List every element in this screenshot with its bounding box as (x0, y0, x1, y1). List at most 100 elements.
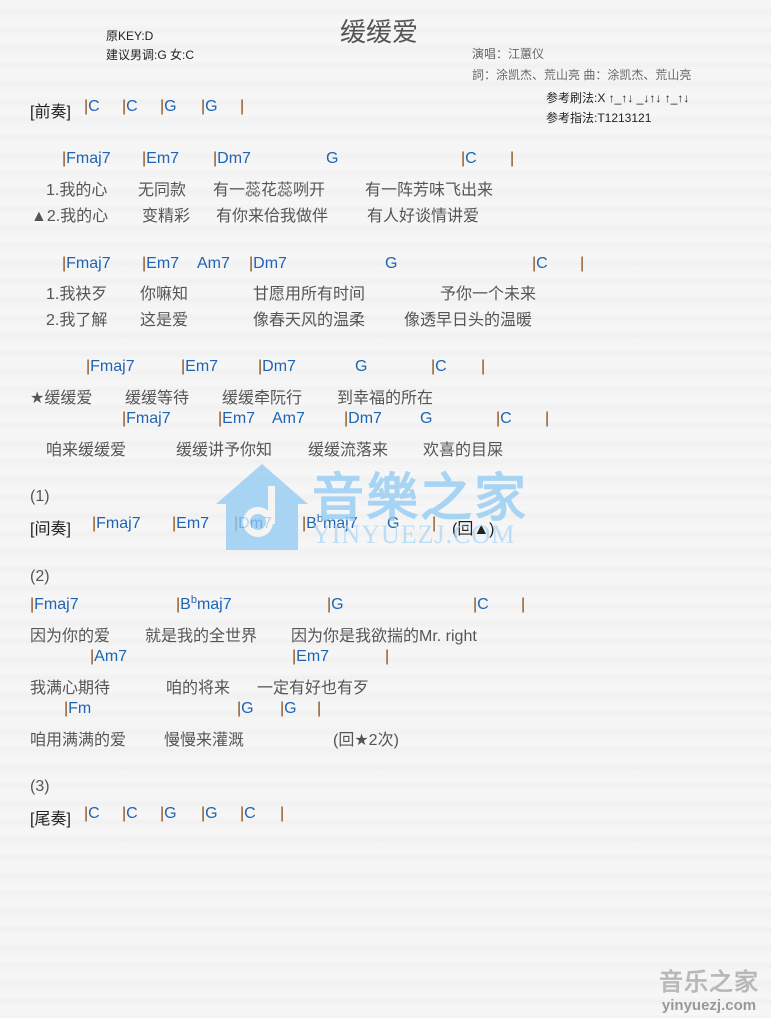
chord-root: C (88, 805, 100, 822)
chord-name: G (326, 150, 338, 167)
chord-token: |Fmaj7 (86, 358, 135, 376)
lyric-segment: (1) (30, 488, 50, 505)
chord-token: |Am7 (90, 648, 127, 666)
chord-token: | (521, 596, 525, 614)
chord-name: Dm7 (217, 150, 251, 167)
house-note-icon (216, 464, 308, 550)
chord-name: Em7 (146, 150, 179, 167)
chord-token: | (545, 410, 549, 428)
chord-token: |Fmaj7 (62, 255, 111, 273)
chord-token: |C (84, 98, 100, 116)
chord-name: Am7 (272, 410, 305, 427)
lyric-segment: 缓缓讲予你知 (176, 442, 273, 459)
chord-root: Dm7 (348, 410, 382, 427)
chord-token: |Fmaj7 (92, 515, 141, 533)
chord-name: C (465, 150, 477, 167)
chord-root: Dm7 (217, 150, 251, 167)
lyric-segment: (2) (30, 568, 50, 585)
lyric-segment: 咱来缓缓爱 (46, 442, 127, 459)
lyric-segment: 你嘛知 (140, 286, 189, 303)
chord-token: |C (461, 150, 477, 168)
chord-quality: maj7 (196, 596, 232, 613)
chord-name: C (477, 596, 489, 613)
chord-token: |Fmaj7 (30, 596, 79, 614)
lyric-segment: 缓缓等待 (125, 390, 190, 407)
lyric-segment: 有一阵芳味飞出来 (365, 182, 494, 199)
chord-name: Fmaj7 (66, 150, 110, 167)
section-label: [间奏] (30, 521, 71, 538)
chord-token: |Dm7 (344, 410, 382, 428)
chord-token: |Em7 (181, 358, 218, 376)
chord-name: C (126, 805, 138, 822)
lyric-segment: 予你一个未来 (440, 286, 537, 303)
chord-token: |G (327, 596, 344, 614)
lyric-segment: 我满心期待 (30, 680, 111, 697)
chord-root: G (355, 358, 368, 375)
lyric-segment: 因为你的爱 (30, 628, 111, 645)
chord-name: G (420, 410, 432, 427)
lyric-segment: 2.我了解 (46, 312, 108, 329)
chord-name: C (500, 410, 512, 427)
chord-root: Fmaj7 (66, 255, 111, 272)
lyric-segment: 像透早日头的温暖 (404, 312, 533, 329)
chord-root: G (205, 805, 218, 822)
chord-name: G (284, 700, 296, 717)
chord-name: Em7 (296, 648, 329, 665)
chord-root: Fmaj7 (34, 596, 79, 613)
chord-name: G (164, 805, 176, 822)
chord-token: |Dm7 (249, 255, 287, 273)
chord-root: Am7 (272, 410, 305, 427)
chord-name: G (164, 98, 176, 115)
chord-root: Am7 (197, 255, 230, 272)
chord-name: Em7 (146, 255, 179, 272)
lyric-segment: 因为你是我欲揣的Mr. right (291, 628, 477, 645)
lyric-segment: 这是爱 (140, 312, 189, 329)
finger-pattern: 参考指法:T1213121 (546, 111, 652, 125)
lyric-segment: 咱用满满的爱 (30, 732, 127, 749)
bar-line: | (510, 150, 515, 167)
lyric-segment: 1.我的心 (46, 182, 108, 199)
watermark-logo: 音樂之家 YINYUEZJ.COM (212, 460, 557, 555)
lyric-segment: (3) (30, 778, 50, 795)
chord-root: Dm7 (262, 358, 296, 375)
chord-root: Fmaj7 (90, 358, 135, 375)
chord-token: |G (280, 700, 297, 718)
chord-root: C (88, 98, 100, 115)
chord-root: Fmaj7 (126, 410, 171, 427)
chord-name: G (385, 255, 397, 272)
bar-line: | (580, 255, 585, 272)
chord-root: B (180, 596, 191, 613)
chord-name: G (205, 98, 217, 115)
lyric-segment: 有你来佮我做伴 (216, 208, 329, 225)
chord-name: C (435, 358, 447, 375)
suggested-key: 建议男调:G 女:C (106, 48, 195, 62)
lyric-segment: 就是我的全世界 (145, 628, 258, 645)
bar-line: | (521, 596, 526, 613)
chord-name: G (331, 596, 343, 613)
chord-token: |C (240, 805, 256, 823)
bar-line: | (240, 98, 245, 115)
chord-token: |Em7 (142, 150, 179, 168)
chord-name: Fmaj7 (66, 255, 110, 272)
chord-name: Fmaj7 (96, 515, 140, 532)
lyric-segment: 慢慢来灌溉 (164, 732, 245, 749)
chord-token: |G (160, 98, 177, 116)
chord-name: C (126, 98, 138, 115)
chord-name: C (536, 255, 548, 272)
chord-root: Em7 (222, 410, 256, 427)
chord-token: G (385, 255, 397, 273)
chord-root: C (244, 805, 256, 822)
chord-token: |G (160, 805, 177, 823)
chord-name: Em7 (185, 358, 218, 375)
chord-name: Fmaj7 (126, 410, 170, 427)
chord-token: |Dm7 (258, 358, 296, 376)
chord-token: |Em7 (172, 515, 209, 533)
bar-line: | (280, 805, 285, 822)
chord-root: Em7 (146, 255, 180, 272)
chord-root: Fmaj7 (96, 515, 141, 532)
chord-token: |C (84, 805, 100, 823)
chord-token: | (481, 358, 485, 376)
chord-name: C (88, 98, 100, 115)
chord-root: C (477, 596, 489, 613)
section-label: [尾奏] (30, 811, 71, 828)
